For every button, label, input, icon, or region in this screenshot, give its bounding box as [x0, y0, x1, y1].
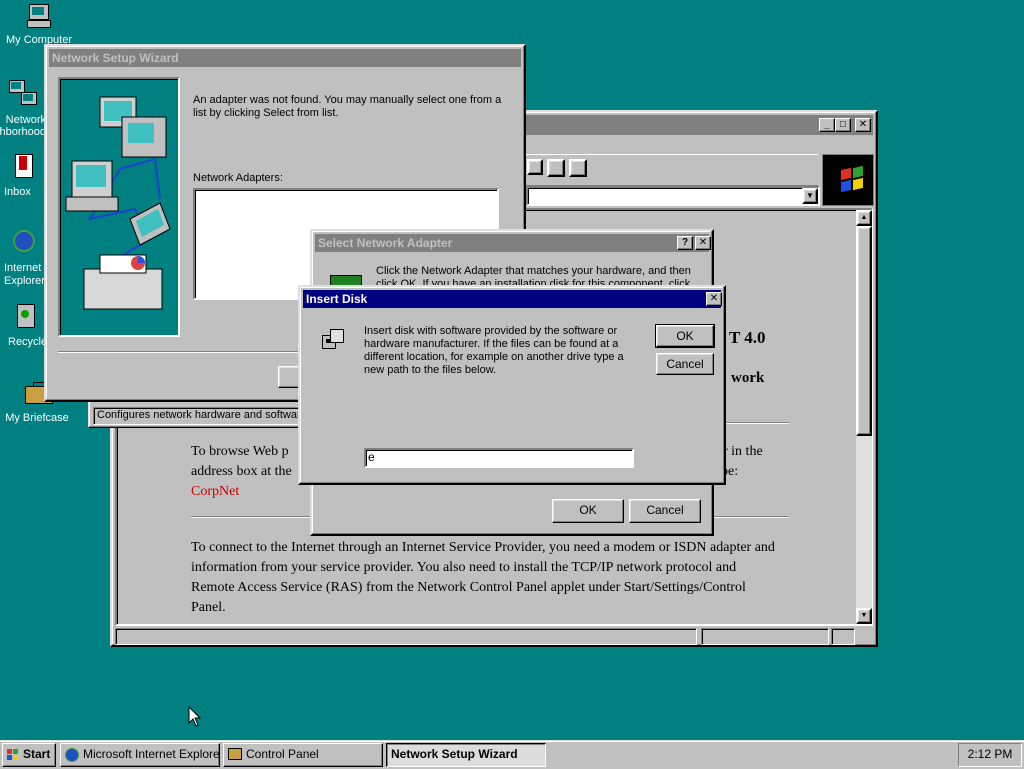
taskbar-item-control-panel[interactable]: Control Panel: [223, 743, 383, 767]
wizard-message: An adapter was not found. You may manual…: [193, 94, 502, 119]
taskbar-item-label: Microsoft Internet Explorer ...: [83, 747, 220, 761]
taskbar-item-internet-explorer[interactable]: Microsoft Internet Explorer ...: [60, 743, 220, 767]
ok-button[interactable]: OK: [655, 324, 715, 348]
desktop-icon-network-neighborhood[interactable]: Network Neighborhood: [0, 78, 46, 138]
taskbar-item-network-setup-wizard[interactable]: Network Setup Wizard: [386, 743, 546, 767]
heading-fragment: T 4.0: [729, 328, 766, 347]
desktop-icon-internet-explorer[interactable]: Internet Explorer: [0, 226, 46, 288]
desktop-icon-label: Recycle Bin: [8, 336, 46, 348]
cancel-button[interactable]: Cancel: [629, 499, 701, 523]
chevron-down-icon[interactable]: ▼: [802, 188, 818, 204]
taskbar-item-label: Control Panel: [246, 747, 319, 761]
cut-icon[interactable]: [527, 159, 543, 175]
network-neighborhood-icon: [7, 78, 39, 110]
desktop-icon-label: Network Neighborhood: [0, 114, 46, 138]
desktop-icon-recycle-bin[interactable]: Recycle Bin: [0, 300, 46, 348]
paste-icon[interactable]: [569, 159, 587, 177]
paragraph-text: address box at the: [191, 464, 292, 479]
scroll-down-button[interactable]: ▼: [856, 608, 872, 624]
close-button[interactable]: ✕: [855, 118, 871, 132]
ie-status-bar: [115, 628, 873, 646]
network-adapters-label: Network Adapters:: [193, 172, 283, 184]
windows-logo-icon: [822, 154, 874, 206]
zone-icon: [831, 628, 855, 645]
select-adapter-message-line1: Click the Network Adapter that matches y…: [376, 265, 691, 277]
wizard-illustration: [58, 77, 180, 337]
corpnet-link[interactable]: CorpNet: [191, 484, 239, 500]
internet-explorer-icon: [7, 226, 39, 258]
scroll-thumb[interactable]: [856, 226, 872, 436]
copy-icon[interactable]: [547, 159, 565, 177]
desktop-icon-label: Internet Explorer: [4, 262, 45, 287]
select-adapter-titlebar: Select Network Adapter: [315, 234, 709, 252]
disk-path-input[interactable]: e: [364, 448, 634, 468]
ok-button[interactable]: OK: [552, 499, 624, 523]
start-button[interactable]: Start: [2, 743, 56, 767]
maximize-button[interactable]: □: [835, 118, 851, 132]
paragraph-text: r in the: [723, 444, 763, 459]
clock[interactable]: 2:12 PM: [959, 744, 1021, 765]
control-panel-status-text: Configures network hardware and software: [93, 407, 303, 425]
insert-disk-titlebar: Insert Disk: [303, 290, 721, 308]
insert-disk-dialog: Insert Disk ✕ Insert disk with software …: [298, 285, 726, 485]
my-computer-icon: [21, 2, 53, 34]
desktop-icon-label: Inbox: [4, 186, 31, 198]
insert-disk-message: Insert disk with software provided by th…: [364, 325, 624, 376]
inbox-icon: [7, 150, 39, 182]
desktop-icon-my-computer[interactable]: My Computer: [0, 2, 74, 46]
recycle-bin-icon: [7, 300, 39, 332]
scroll-up-button[interactable]: ▲: [856, 210, 872, 226]
desktop-icon-label: My Briefcase: [5, 412, 69, 424]
address-combobox[interactable]: ▼: [526, 186, 820, 206]
close-button[interactable]: ✕: [706, 292, 722, 306]
floppy-disk-icon: [322, 329, 344, 351]
cancel-button[interactable]: Cancel: [656, 353, 714, 375]
desktop-icon-inbox[interactable]: Inbox: [0, 150, 46, 198]
subheading-fragment: work: [731, 370, 765, 386]
help-button[interactable]: ?: [677, 236, 693, 250]
close-button[interactable]: ✕: [695, 236, 711, 250]
paragraph-text: To connect to the Internet through an In…: [191, 540, 775, 615]
wizard-titlebar: Network Setup Wizard: [49, 49, 521, 67]
taskbar-item-label: Network Setup Wizard: [391, 747, 518, 761]
paragraph-text: To browse Web p: [191, 444, 289, 459]
minimize-button[interactable]: _: [819, 118, 835, 132]
network-computers-illustration: [65, 96, 171, 310]
windows-flag-icon: [7, 749, 19, 761]
mouse-cursor-icon: [188, 706, 202, 727]
control-panel-icon: [228, 748, 242, 760]
vertical-scrollbar[interactable]: ▲ ▼: [856, 210, 872, 624]
internet-explorer-icon: [65, 748, 79, 762]
start-label: Start: [23, 747, 51, 761]
system-tray: 2:12 PM: [958, 743, 1022, 767]
